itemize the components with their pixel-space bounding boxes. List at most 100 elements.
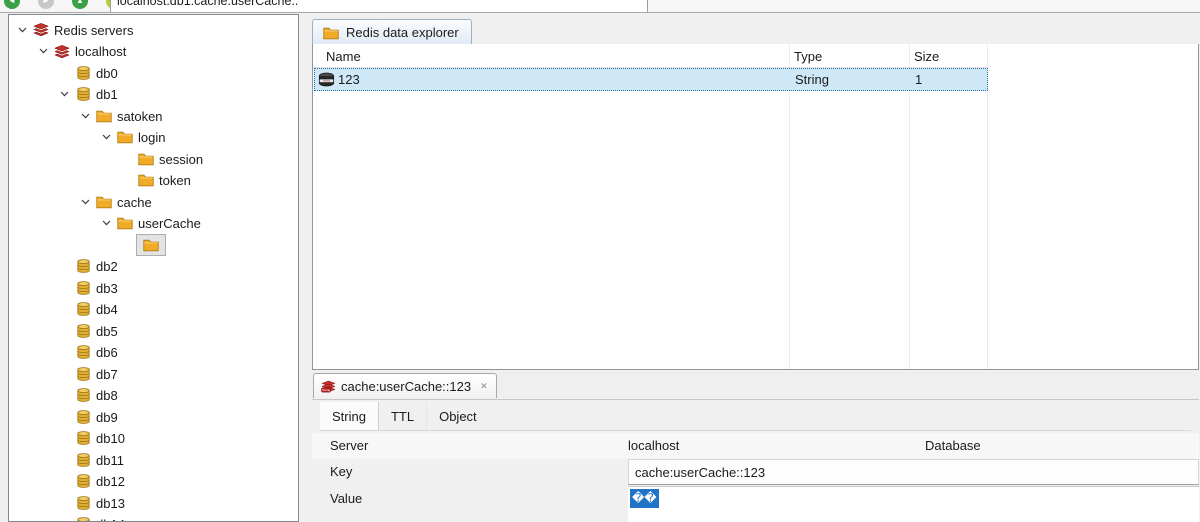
tree-item-db2[interactable]: db2 (9, 256, 298, 278)
tab-object[interactable]: Object (427, 402, 489, 430)
tree-item-db3[interactable]: db3 (9, 277, 298, 299)
column-header-size[interactable]: Size (914, 44, 939, 68)
chevron-placeholder (55, 388, 74, 402)
tree-item-satoken[interactable]: satoken (9, 105, 298, 127)
tab-string[interactable]: String (320, 402, 379, 430)
tree-item-label: db12 (96, 474, 125, 490)
chevron-down-icon[interactable] (55, 87, 74, 101)
tab-cache-usercache-123[interactable]: String cache:userCache::123 ✕ (313, 373, 497, 398)
tree-item-label: db6 (96, 345, 118, 361)
app-window: ◄►▲↻ localhost.db1.cache.userCache.. Red… (0, 0, 1200, 522)
chevron-placeholder (55, 517, 74, 521)
chevron-placeholder (118, 173, 137, 187)
tree-item-label: db4 (96, 302, 118, 318)
folder-icon (95, 194, 113, 210)
tree-item-label: token (159, 173, 191, 189)
column-header-name[interactable]: Name (326, 44, 361, 68)
tree-item-db4[interactable]: db4 (9, 299, 298, 321)
tab-redis-data-explorer[interactable]: Redis data explorer (312, 19, 472, 45)
tree-item-db5[interactable]: db5 (9, 320, 298, 342)
db-icon (74, 473, 92, 489)
tree-item-session[interactable]: session (9, 148, 298, 170)
forward-icon: ► (42, 0, 50, 5)
folder-icon (136, 233, 166, 256)
tree-item-label: db2 (96, 259, 118, 275)
redis-tree: Redis servers localhost db0 db1 satoken login… (8, 14, 299, 522)
chevron-placeholder (118, 152, 137, 166)
tree-item-label: db1 (96, 87, 118, 103)
close-icon[interactable]: ✕ (480, 380, 488, 392)
tree-item-db0[interactable]: db0 (9, 62, 298, 84)
tree-item-unnamed[interactable] (9, 233, 298, 256)
column-header-type[interactable]: Type (794, 44, 822, 68)
tree-item-Redis servers[interactable]: Redis servers (9, 19, 298, 41)
chevron-down-icon[interactable] (97, 130, 116, 144)
tree-item-label: session (159, 151, 204, 167)
tree-item-db11[interactable]: db11 (9, 449, 298, 471)
string-key-icon: string (318, 72, 335, 87)
tree-item-label: db11 (96, 452, 124, 468)
column-separator (789, 44, 790, 369)
tree-item-label: db7 (96, 366, 118, 382)
tree-item-localhost[interactable]: localhost (9, 41, 298, 63)
explorer-panel: Redis data explorer Name Type Size strin… (312, 14, 1199, 370)
tree-item-userCache[interactable]: userCache (9, 213, 298, 235)
db-icon (74, 430, 92, 446)
editor-tabbar: String cache:userCache::123 ✕ (312, 372, 1199, 400)
up-button[interactable]: ▲ (72, 0, 88, 9)
db-icon (74, 323, 92, 339)
column-separator (909, 44, 910, 369)
chevron-placeholder (55, 410, 74, 424)
svg-text:String: String (322, 388, 330, 392)
server-label: Server (330, 438, 369, 453)
tree-item-db7[interactable]: db7 (9, 363, 298, 385)
key-label: Key (330, 464, 353, 479)
tree-item-login[interactable]: login (9, 127, 298, 149)
folder-icon (116, 129, 134, 145)
chevron-down-icon[interactable] (34, 44, 53, 58)
folder-icon (137, 151, 155, 167)
tree-item-label: localhost (75, 44, 127, 60)
chevron-down-icon[interactable] (76, 109, 95, 123)
db-icon (74, 495, 92, 511)
tree-item-db14[interactable]: db14 (9, 514, 298, 521)
tree-item-label: satoken (117, 108, 163, 124)
tree-item-db8[interactable]: db8 (9, 385, 298, 407)
db-icon (74, 86, 92, 102)
redis-icon (53, 43, 71, 59)
db-icon (74, 344, 92, 360)
tree-item-db9[interactable]: db9 (9, 406, 298, 428)
chevron-down-icon[interactable] (76, 195, 95, 209)
db-icon (74, 65, 92, 81)
chevron-placeholder (55, 367, 74, 381)
up-icon: ▲ (76, 0, 84, 5)
server-value: localhost (628, 438, 680, 453)
table-row-123[interactable]: string 123 String 1 (314, 68, 988, 91)
tree-item-label: login (138, 130, 166, 146)
tree-item-db12[interactable]: db12 (9, 471, 298, 493)
explorer-tabbar: Redis data explorer (312, 14, 1199, 45)
tree-item-db13[interactable]: db13 (9, 492, 298, 514)
cell-name: string 123 (318, 68, 788, 91)
tree-item-token[interactable]: token (9, 170, 298, 192)
back-icon: ◄ (8, 0, 16, 5)
db-icon (74, 280, 92, 296)
chevron-placeholder (55, 66, 74, 80)
redis-string-icon: String (321, 379, 336, 394)
tree-item-db6[interactable]: db6 (9, 342, 298, 364)
value-editor[interactable]: �� (628, 486, 1199, 522)
back-button[interactable]: ◄ (4, 0, 20, 9)
redis-icon (32, 22, 50, 38)
toolbar: ◄►▲↻ localhost.db1.cache.userCache.. (0, 0, 1200, 13)
address-field[interactable]: localhost.db1.cache.userCache.. (110, 0, 648, 12)
key-input[interactable]: cache:userCache::123 (628, 459, 1199, 485)
editor-inner-tabs: String TTL Object (320, 402, 1191, 431)
tree-item-cache[interactable]: cache (9, 191, 298, 213)
chevron-placeholder (55, 431, 74, 445)
tree-item-db10[interactable]: db10 (9, 428, 298, 450)
tree-item-db1[interactable]: db1 (9, 84, 298, 106)
tab-ttl[interactable]: TTL (379, 402, 428, 430)
chevron-down-icon[interactable] (97, 216, 116, 230)
keys-table: Name Type Size string 123 String 1 (312, 44, 1199, 370)
chevron-down-icon[interactable] (13, 23, 32, 37)
